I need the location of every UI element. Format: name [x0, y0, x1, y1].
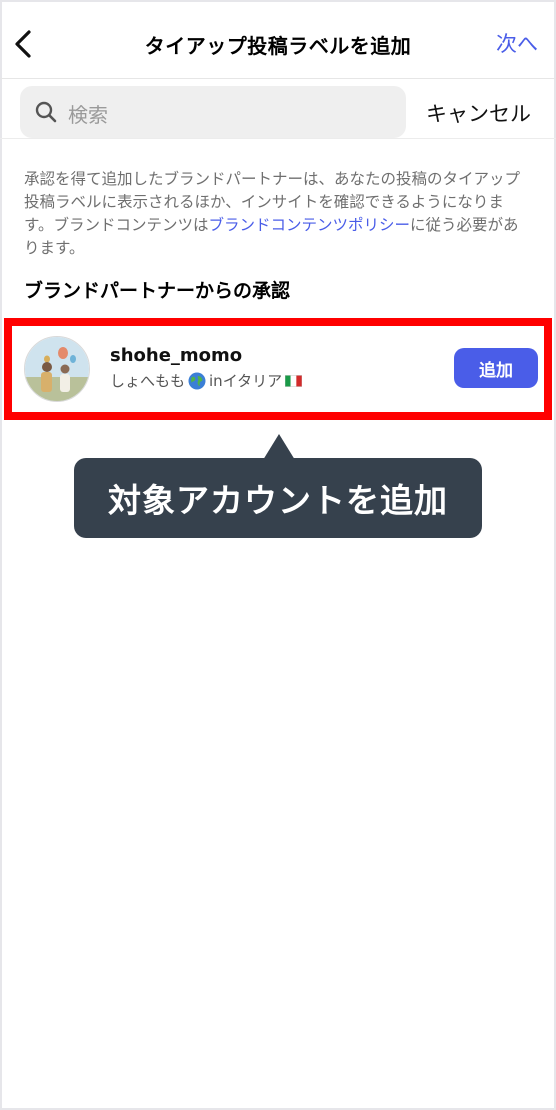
- search-placeholder: 検索: [68, 103, 108, 127]
- description-text: 承認を得て追加したブランドパートナーは、あなたの投稿のタイアップ投稿ラベルに表示…: [24, 168, 530, 260]
- add-partner-button[interactable]: 追加: [454, 348, 538, 388]
- page-title: タイアップ投稿ラベルを追加: [144, 34, 412, 58]
- header-bar: タイアップ投稿ラベルを追加 次へ: [0, 0, 556, 79]
- tooltip-callout: 対象アカウントを追加: [74, 458, 482, 538]
- search-icon: [35, 101, 57, 123]
- section-title: ブランドパートナーからの承認: [24, 280, 291, 302]
- partner-display-name: しょへもも inイタリア: [110, 370, 303, 391]
- screen-frame: [0, 0, 556, 1110]
- search-input[interactable]: 検索: [20, 86, 406, 138]
- italy-flag-icon: [285, 374, 303, 387]
- tooltip-arrow: [263, 434, 295, 460]
- globe-emoji-icon: [188, 372, 206, 389]
- next-button[interactable]: 次へ: [496, 28, 538, 58]
- display-name-suffix: inイタリア: [209, 372, 283, 390]
- cancel-button[interactable]: キャンセル: [426, 98, 531, 128]
- avatar-photo: [25, 337, 89, 401]
- display-name-prefix: しょへもも: [110, 372, 186, 390]
- brand-content-policy-link[interactable]: ブランドコンテンツポリシー: [208, 216, 410, 234]
- partner-username: shohe_momo: [110, 345, 243, 366]
- avatar[interactable]: [24, 336, 90, 402]
- search-row: 検索 キャンセル: [0, 78, 556, 139]
